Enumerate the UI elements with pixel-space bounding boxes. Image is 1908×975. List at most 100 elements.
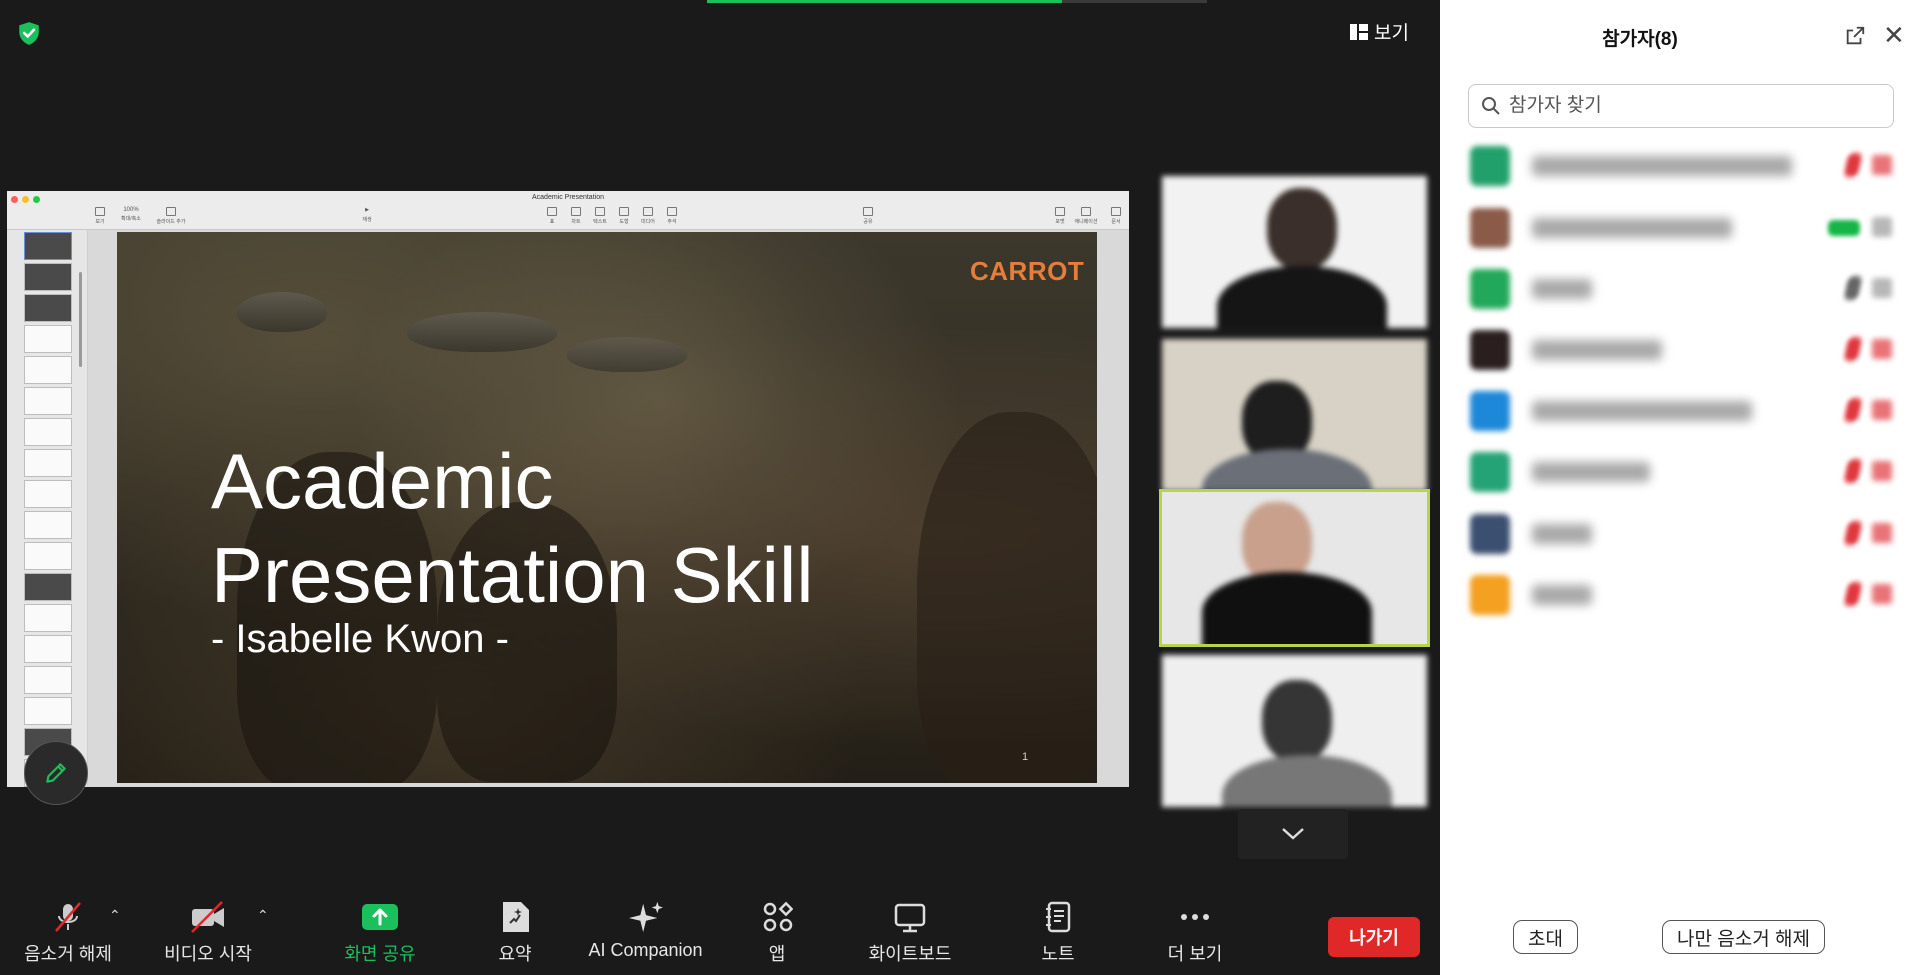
slide-thumbnail	[24, 325, 72, 353]
kn-tool-document: 문서	[1103, 207, 1129, 225]
share-progress-fill	[707, 0, 1062, 3]
ai-companion-button[interactable]: AI Companion	[583, 900, 708, 961]
mic-icon[interactable]	[1843, 276, 1863, 300]
unmute-me-button[interactable]: 나만 음소거 해제	[1662, 920, 1825, 954]
participant-name	[1532, 218, 1732, 238]
slide-thumbnail	[24, 294, 72, 322]
pencil-icon	[46, 763, 66, 783]
kn-tool-chart: 차트	[563, 207, 589, 225]
close-icon[interactable]: ✕	[1883, 22, 1905, 48]
keynote-toolbar: Academic Presentation 보기 100% 확대/축소 슬라이드 …	[7, 191, 1129, 230]
kn-tool-shape: 도형	[611, 207, 637, 225]
participant-avatar	[1470, 514, 1510, 554]
participant-avatar	[1470, 146, 1510, 186]
slide-thumbnail	[24, 480, 72, 508]
whiteboard-label: 화이트보드	[868, 944, 952, 964]
kn-tool-animate: 애니메이션	[1071, 207, 1101, 225]
shared-screen: Academic Presentation 보기 100% 확대/축소 슬라이드 …	[7, 191, 1129, 787]
video-icon[interactable]	[1872, 217, 1892, 237]
invite-button[interactable]: 초대	[1513, 920, 1578, 954]
video-options-caret-icon[interactable]: ⌃	[257, 907, 269, 924]
video-off-icon[interactable]	[1872, 461, 1892, 481]
notes-button[interactable]: 노트	[1033, 900, 1083, 966]
slide-thumbnail	[24, 263, 72, 291]
slide-thumbnail	[24, 635, 72, 663]
slide-thumbnail	[24, 387, 72, 415]
participant-name	[1532, 585, 1592, 605]
brand-logo: CARROT	[970, 256, 1085, 286]
host-tag	[1828, 220, 1860, 236]
whiteboard-button[interactable]: 화이트보드	[858, 900, 962, 966]
participant-row[interactable]	[1470, 200, 1900, 252]
apps-button[interactable]: 앱	[755, 900, 799, 966]
annotate-button[interactable]	[24, 741, 88, 805]
view-button[interactable]: 보기	[1350, 18, 1409, 45]
slide-thumbnail	[24, 511, 72, 539]
unmute-button[interactable]: 음소거 해제	[18, 900, 118, 966]
slide-thumbnail	[24, 418, 72, 446]
shield-check-icon[interactable]	[16, 20, 42, 46]
start-video-label: 비디오 시작	[164, 944, 252, 964]
chevron-down-icon	[1282, 828, 1304, 840]
video-tile[interactable]	[1162, 655, 1427, 807]
slide-thumbnail	[24, 449, 72, 477]
microphone-muted-icon	[55, 902, 81, 932]
muted-mic-icon[interactable]	[1843, 521, 1863, 545]
video-off-icon[interactable]	[1872, 584, 1892, 604]
whiteboard-icon	[894, 903, 926, 933]
video-off-icon[interactable]	[1872, 523, 1892, 543]
participant-avatar	[1470, 269, 1510, 309]
video-off-icon[interactable]	[1872, 400, 1892, 420]
start-video-button[interactable]: 비디오 시작	[158, 900, 258, 966]
video-tile-active-speaker[interactable]	[1159, 489, 1430, 647]
kn-tool-view: 보기	[87, 207, 113, 225]
muted-mic-icon[interactable]	[1843, 153, 1863, 177]
participant-row[interactable]	[1470, 506, 1900, 558]
participant-row[interactable]	[1470, 567, 1900, 619]
muted-mic-icon[interactable]	[1843, 582, 1863, 606]
video-icon[interactable]	[1872, 278, 1892, 298]
audio-options-caret-icon[interactable]: ⌃	[109, 907, 121, 924]
summary-button[interactable]: 요약	[485, 900, 545, 966]
search-input[interactable]	[1507, 91, 1881, 121]
kn-tool-add-slide: 슬라이드 추가	[155, 207, 187, 225]
participant-row[interactable]	[1470, 444, 1900, 496]
participant-row[interactable]	[1470, 383, 1900, 435]
meeting-toolbar: 음소거 해제 ⌃ 비디오 시작 ⌃ 화면 공유 요약 AI Companion …	[0, 880, 1440, 975]
slide-thumbnail	[24, 356, 72, 384]
participant-avatar	[1470, 575, 1510, 615]
more-button[interactable]: 더 보기	[1160, 900, 1230, 966]
participant-row[interactable]	[1470, 322, 1900, 374]
participant-name	[1532, 401, 1752, 421]
muted-mic-icon[interactable]	[1843, 459, 1863, 483]
slide-thumbnail	[24, 232, 72, 260]
kn-tool-comment: 주석	[659, 207, 685, 225]
slide-title-line-2: Presentation Skill	[211, 531, 814, 619]
video-person-body	[1217, 266, 1387, 328]
kn-tool-zoom: 100% 확대/축소	[121, 207, 141, 222]
apps-icon	[763, 901, 793, 932]
video-person-body	[1202, 572, 1372, 644]
participant-search[interactable]	[1468, 84, 1894, 128]
sparkle-icon	[628, 901, 663, 933]
video-off-icon[interactable]	[1872, 155, 1892, 175]
muted-mic-icon[interactable]	[1843, 398, 1863, 422]
leave-button[interactable]: 나가기	[1328, 917, 1420, 957]
keynote-window-title: Academic Presentation	[532, 194, 604, 201]
notes-icon	[1046, 901, 1071, 933]
video-tile[interactable]	[1162, 176, 1427, 328]
share-screen-button[interactable]: 화면 공유	[335, 900, 425, 966]
participant-row[interactable]	[1470, 138, 1900, 190]
layout-icon	[1350, 23, 1368, 40]
notes-label: 노트	[1041, 944, 1075, 964]
slide-title-line-1: Academic	[211, 437, 554, 525]
muted-mic-icon[interactable]	[1843, 337, 1863, 361]
participant-row[interactable]	[1470, 261, 1900, 313]
popout-icon[interactable]	[1844, 25, 1866, 47]
video-off-icon[interactable]	[1872, 339, 1892, 359]
slide-thumbnail	[24, 542, 72, 570]
video-blur-layer	[1162, 492, 1427, 644]
gallery-scroll-down-button[interactable]	[1238, 809, 1348, 859]
video-tile[interactable]	[1162, 339, 1427, 491]
video-person-body	[1202, 449, 1372, 491]
